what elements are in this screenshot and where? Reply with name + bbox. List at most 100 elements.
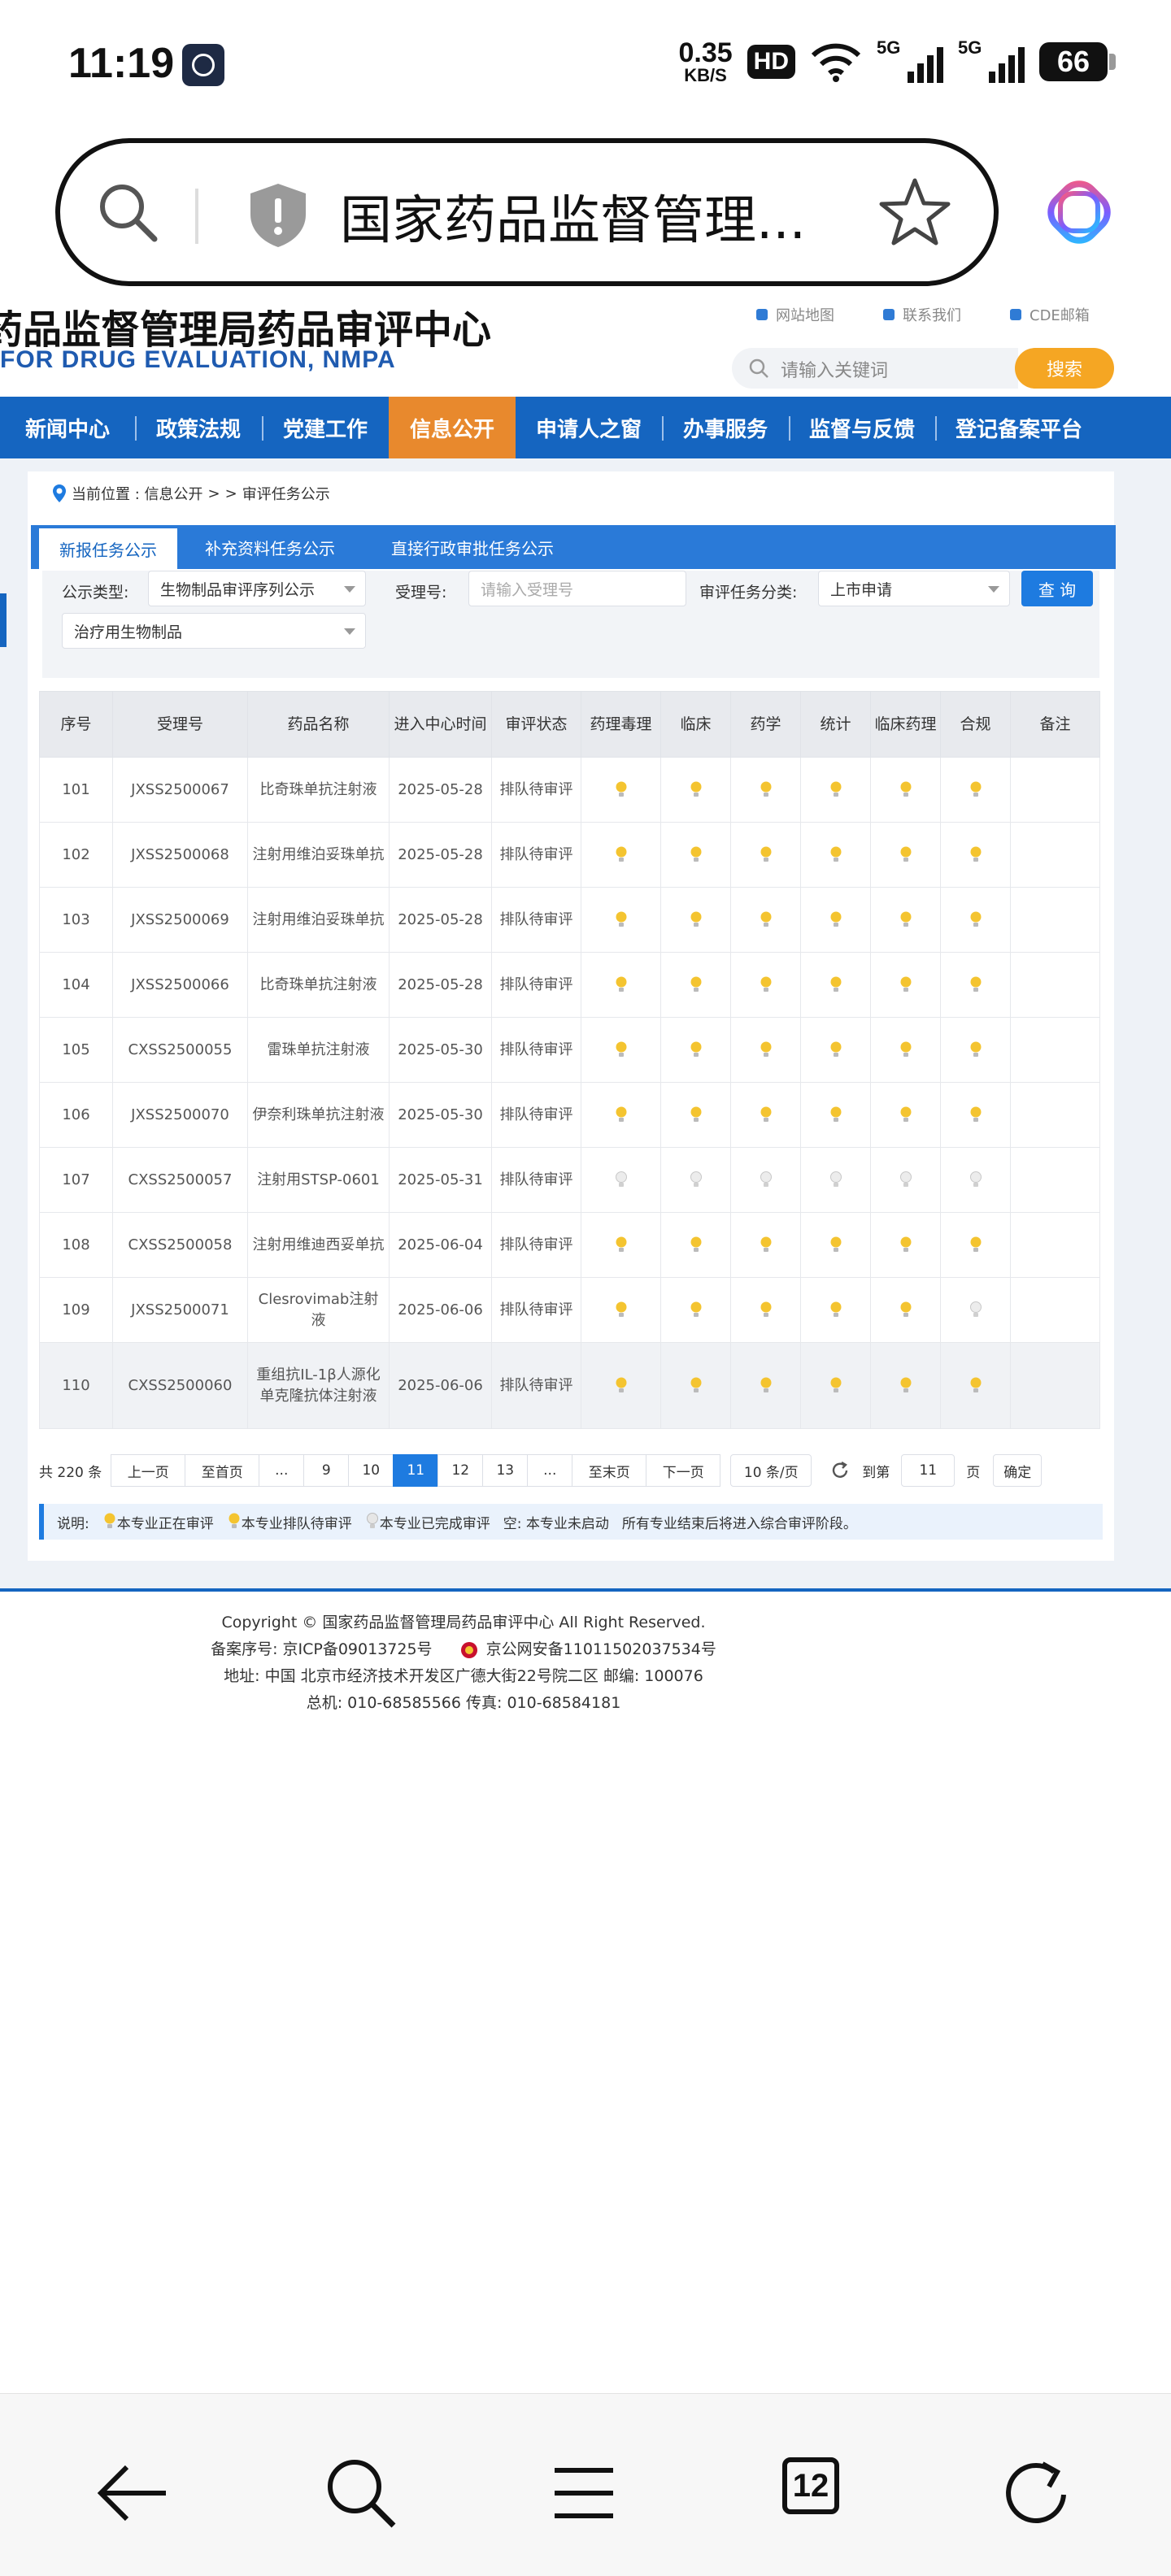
footer-icp-link[interactable]: 备案序号: 京ICP备09013725号 xyxy=(211,1640,432,1658)
tab-new-tasks[interactable]: 新报任务公示 xyxy=(39,525,177,569)
page-unit: 页 xyxy=(966,1464,981,1481)
cell-date: 2025-05-28 xyxy=(389,887,492,953)
bulb-off-icon xyxy=(969,1301,982,1317)
cell-light xyxy=(730,1017,801,1083)
col-header: 统计 xyxy=(800,691,871,758)
address-bar[interactable]: 国家药品监督管理... xyxy=(55,138,999,286)
col-header: 进入中心时间 xyxy=(389,691,492,758)
top-link-mail[interactable]: CDE邮箱 xyxy=(1010,304,1090,325)
nav-party[interactable]: 党建工作 xyxy=(262,397,389,458)
nav-services[interactable]: 办事服务 xyxy=(662,397,789,458)
current-page-button[interactable]: 11 xyxy=(393,1454,439,1487)
page-ellipsis[interactable]: ... xyxy=(259,1454,305,1487)
table-row: 105 CXSS2500055 雷珠单抗注射液 2025-05-30 排队待审评 xyxy=(39,1017,1100,1083)
cell-light xyxy=(581,1017,661,1083)
cell-no: 102 xyxy=(39,822,113,888)
bulb-icon xyxy=(900,911,911,927)
tabs-count-button[interactable]: 12 xyxy=(782,2457,839,2514)
goto-page-input[interactable]: 11 xyxy=(901,1454,956,1487)
bulb-icon xyxy=(616,911,626,927)
top-link-contact[interactable]: 联系我们 xyxy=(883,304,961,325)
nav-applicant[interactable]: 申请人之窗 xyxy=(516,397,662,458)
site-search-button[interactable]: 搜索 xyxy=(1015,348,1114,389)
bulb-icon xyxy=(900,1236,911,1252)
browser-logo-icon[interactable] xyxy=(1046,179,1112,245)
star-icon[interactable] xyxy=(878,176,951,249)
refresh-icon[interactable] xyxy=(829,1460,851,1481)
cell-light xyxy=(870,1212,941,1278)
bulb-off-icon xyxy=(829,1171,842,1187)
cell-light xyxy=(940,1342,1011,1429)
url-text[interactable]: 国家药品监督管理... xyxy=(340,179,806,254)
chevron-down-icon xyxy=(988,586,999,593)
cell-light xyxy=(581,1212,661,1278)
accept-input[interactable]: 请输入受理号 xyxy=(468,571,686,606)
cell-no: 109 xyxy=(39,1277,113,1343)
tab-direct-approval-tasks[interactable]: 直接行政审批任务公示 xyxy=(364,525,581,569)
site-search-input[interactable]: 请输入关键词 xyxy=(732,348,1018,389)
cell-date: 2025-06-06 xyxy=(389,1277,492,1343)
menu-icon[interactable] xyxy=(545,2454,623,2532)
cell-drug-name: 注射用维泊妥珠单抗 xyxy=(247,887,390,953)
browser-bottom-bar: 12 xyxy=(0,2393,1171,2576)
top-link-sitemap[interactable]: 网站地图 xyxy=(756,304,834,325)
cell-status: 排队待审评 xyxy=(491,757,581,823)
last-page-button[interactable]: 至末页 xyxy=(572,1454,647,1487)
cell-light xyxy=(800,1212,871,1278)
page-button[interactable]: 10 xyxy=(348,1454,394,1487)
cell-light xyxy=(581,1342,661,1429)
nav-policy[interactable]: 政策法规 xyxy=(135,397,262,458)
search-icon[interactable] xyxy=(322,2454,400,2532)
type-select-value: 生物制品审评序列公示 xyxy=(160,580,316,599)
legend-queued-text: 本专业排队待审评 xyxy=(241,1515,352,1532)
legend-empty: 空: 本专业未启动 xyxy=(503,1515,609,1532)
status-time: 11:19 xyxy=(68,40,175,87)
legend-done: 本专业已完成审评 xyxy=(365,1512,490,1532)
cell-drug-name: 伊奈利珠单抗注射液 xyxy=(247,1082,390,1148)
query-button[interactable]: 查 询 xyxy=(1021,571,1093,606)
footer-police-link[interactable]: 京公网安备11011502037534号 xyxy=(486,1640,716,1658)
search-icon[interactable] xyxy=(94,179,161,245)
bulb-icon xyxy=(616,1106,626,1122)
bulb-off-icon xyxy=(615,1171,627,1187)
bulb-icon xyxy=(760,846,771,862)
cell-drug-name: 注射用STSP-0601 xyxy=(247,1147,390,1213)
next-page-button[interactable]: 下一页 xyxy=(646,1454,721,1487)
per-page-select[interactable]: 10 条/页 xyxy=(730,1454,812,1487)
task-select[interactable]: 上市申请 xyxy=(818,571,1010,606)
nav-info-disclosure[interactable]: 信息公开 xyxy=(389,397,516,458)
cell-light xyxy=(730,1277,801,1343)
tab-supplementary-tasks[interactable]: 补充资料任务公示 xyxy=(182,525,358,569)
bulb-icon xyxy=(830,1041,841,1057)
page-button[interactable]: 12 xyxy=(437,1454,484,1487)
table-row: 103 JXSS2500069 注射用维泊妥珠单抗 2025-05-28 排队待审评 xyxy=(39,887,1100,953)
network-speed: 0.35 KB/S xyxy=(678,39,732,85)
nav-registration[interactable]: 登记备案平台 xyxy=(935,397,1103,458)
page-ellipsis[interactable]: ... xyxy=(527,1454,573,1487)
bulb-icon xyxy=(900,1301,911,1317)
cell-acceptance-no: JXSS2500069 xyxy=(112,887,248,953)
first-page-button[interactable]: 至首页 xyxy=(185,1454,260,1487)
refresh-icon[interactable] xyxy=(997,2454,1075,2532)
nav-news[interactable]: 新闻中心 xyxy=(0,397,135,458)
type-select[interactable]: 生物制品审评序列公示 xyxy=(148,571,366,606)
table-header-row: 序号 受理号 药品名称 进入中心时间 审评状态 药理毒理 临床 药学 统计 临床… xyxy=(39,691,1100,758)
breadcrumb-parent[interactable]: 当前位置 : 信息公开 xyxy=(72,483,203,504)
bulb-icon xyxy=(970,1041,981,1057)
breadcrumb-current: 审评任务公示 xyxy=(242,486,330,503)
goto-confirm-button[interactable]: 确定 xyxy=(993,1454,1043,1487)
cell-acceptance-no: JXSS2500070 xyxy=(112,1082,248,1148)
back-icon[interactable] xyxy=(94,2454,172,2532)
page-button[interactable]: 9 xyxy=(303,1454,350,1487)
subtype-select[interactable]: 治疗用生物制品 xyxy=(62,613,366,649)
shield-icon[interactable] xyxy=(246,180,311,250)
nav-supervision[interactable]: 监督与反馈 xyxy=(789,397,935,458)
page-button[interactable]: 13 xyxy=(482,1454,529,1487)
bulb-icon xyxy=(616,1236,626,1252)
cell-drug-name: 注射用维泊妥珠单抗 xyxy=(247,822,390,888)
cell-light xyxy=(730,1212,801,1278)
bulb-icon xyxy=(616,781,626,797)
search-icon xyxy=(749,358,768,378)
prev-page-button[interactable]: 上一页 xyxy=(111,1454,186,1487)
cell-light xyxy=(730,757,801,823)
